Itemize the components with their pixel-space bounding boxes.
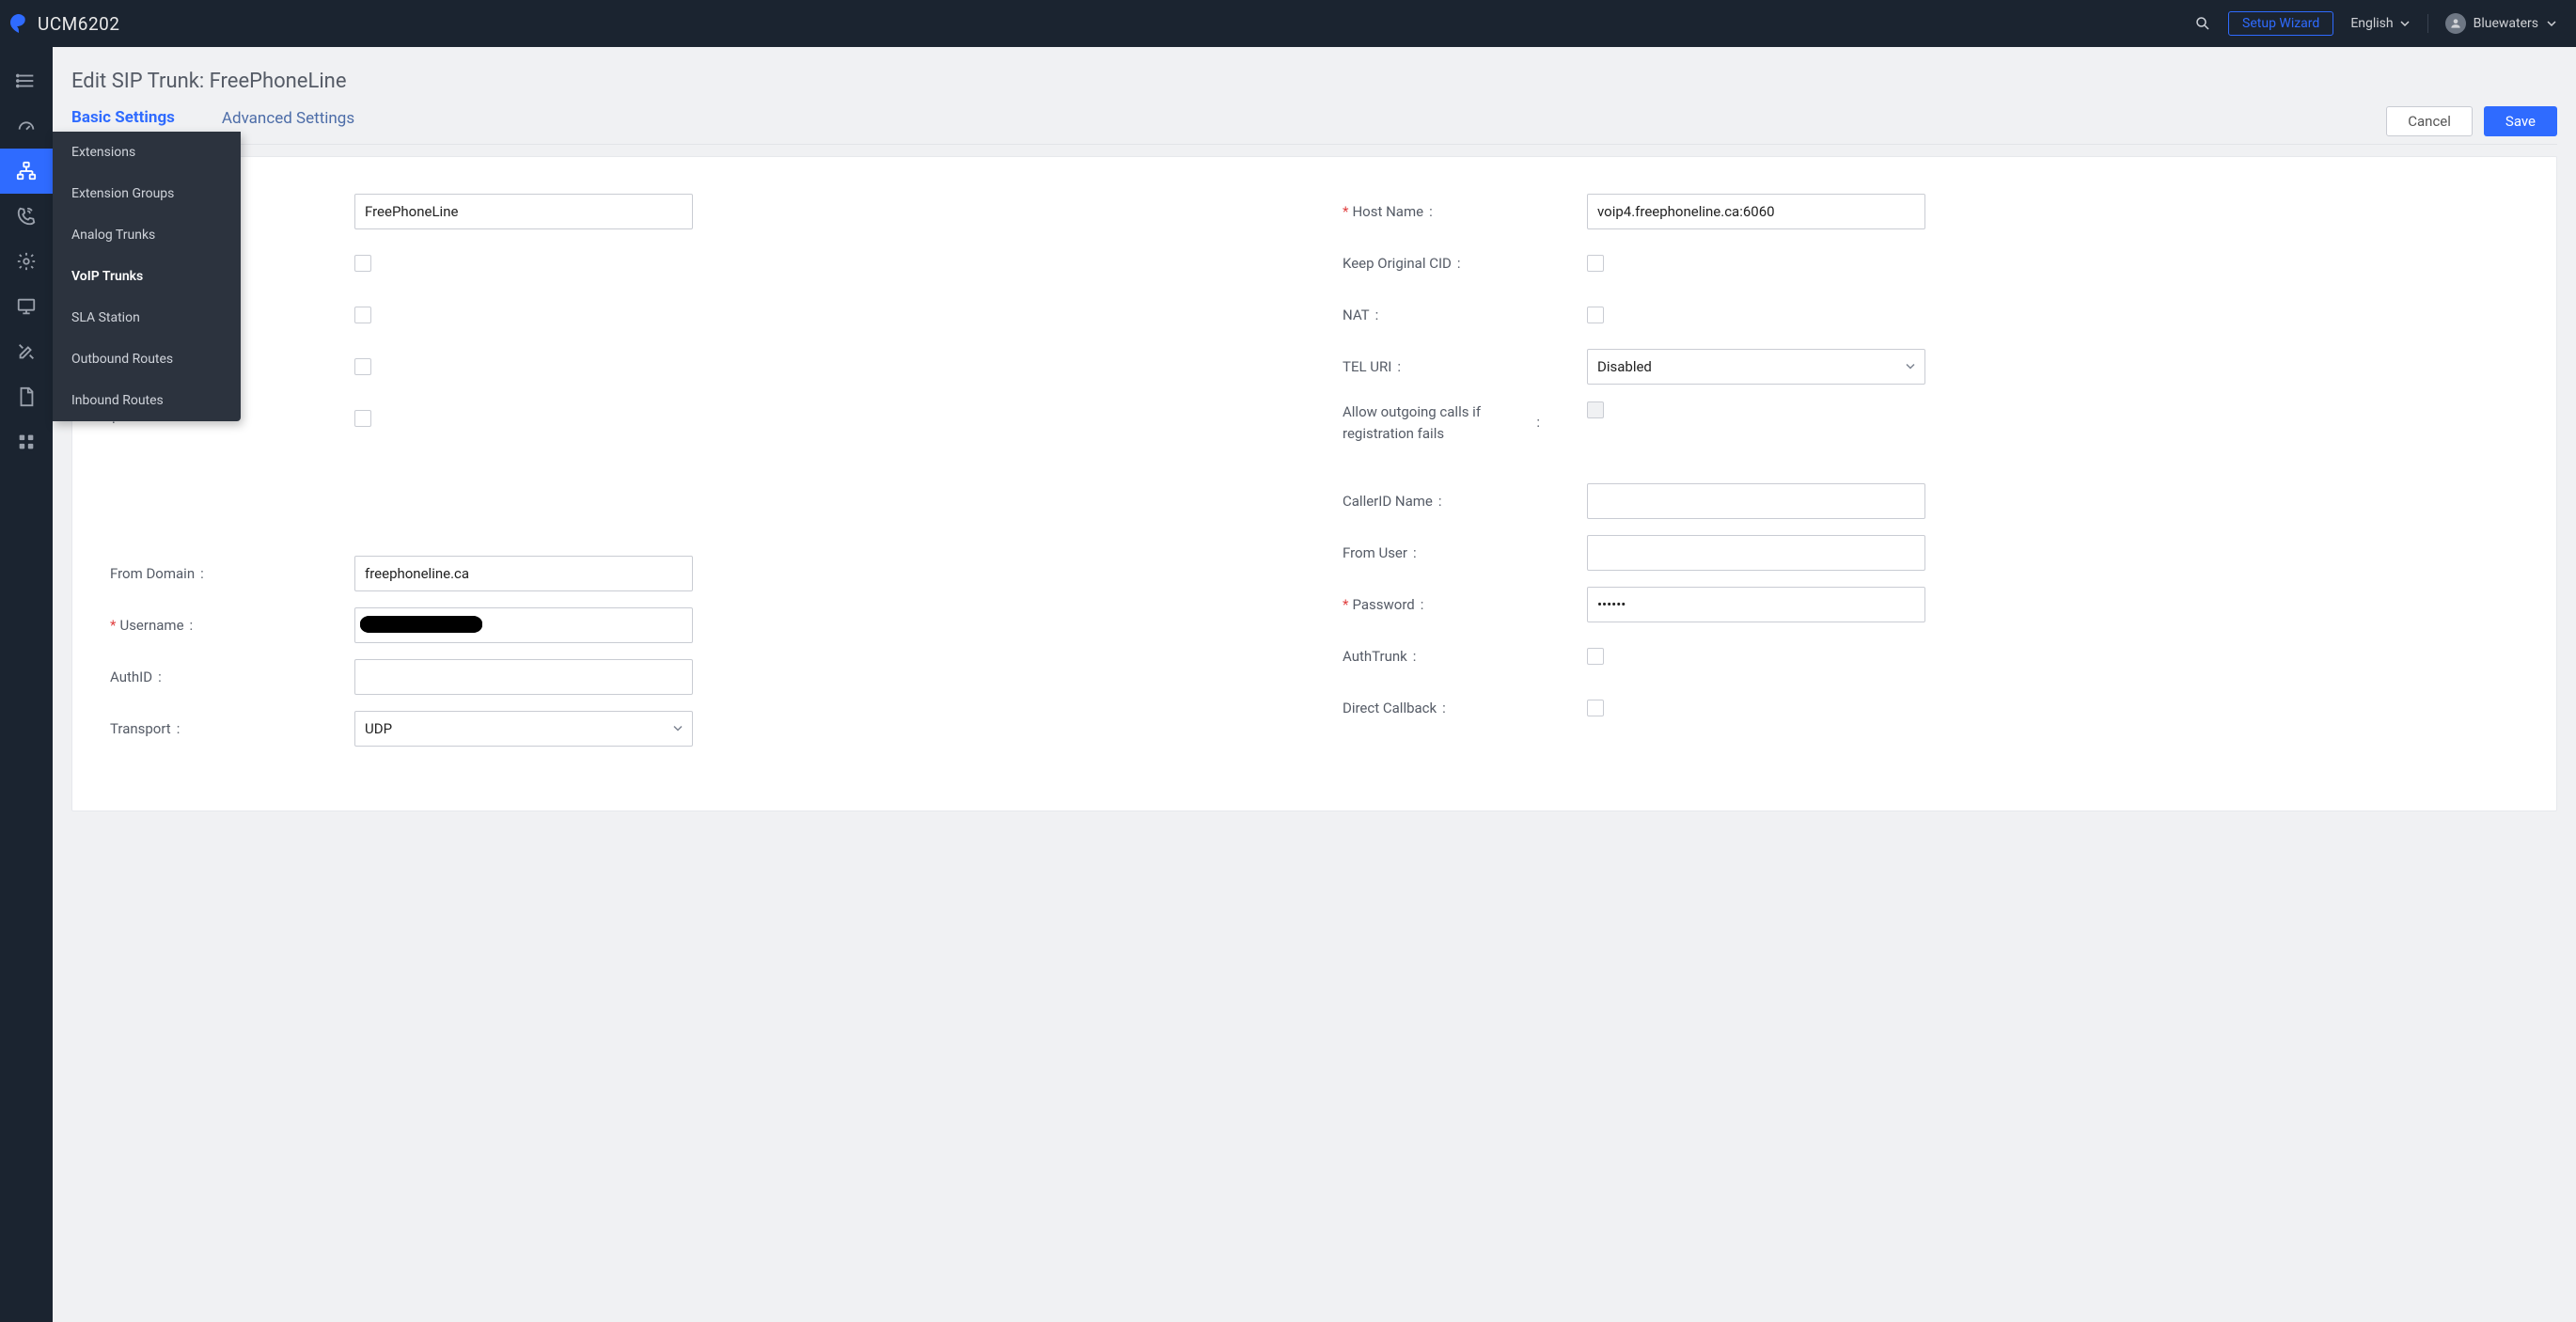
header-right: Setup Wizard English Bluewaters <box>2194 11 2557 36</box>
password-input[interactable] <box>1587 587 1925 622</box>
user-avatar-icon <box>2445 13 2466 34</box>
allow-outgoing-fail-checkbox[interactable] <box>1587 401 1604 418</box>
form-column-right: *Host Name: Keep Original CID: NAT: <box>1343 185 2519 754</box>
rail-gear-icon[interactable] <box>0 239 53 284</box>
rail-tools-icon[interactable] <box>0 329 53 374</box>
host-name-input[interactable] <box>1587 194 1925 229</box>
flyout-item-sla-station[interactable]: SLA Station <box>53 297 241 338</box>
device-model: UCM6202 <box>38 13 120 35</box>
language-selector[interactable]: English <box>2350 16 2410 31</box>
form-surface: k: : From Domain: <box>71 156 2557 811</box>
cancel-button[interactable]: Cancel <box>2386 106 2473 136</box>
label-tel-uri: TEL URI: <box>1343 358 1587 375</box>
tabs-row: Basic Settings Advanced Settings Cancel … <box>71 106 2557 145</box>
chevron-down-icon <box>2399 18 2411 29</box>
from-user-input[interactable] <box>1587 535 1925 571</box>
main-content: Edit SIP Trunk: FreePhoneLine Basic Sett… <box>53 47 2576 1322</box>
keep-cid-checkbox[interactable] <box>1587 255 1604 272</box>
label-direct-callback: Direct Callback: <box>1343 700 1587 716</box>
label-allow-outgoing-fail: Allow outgoing calls if registration fai… <box>1343 401 1549 444</box>
rail-monitor-icon[interactable] <box>0 284 53 329</box>
language-label: English <box>2350 16 2393 31</box>
label-password: *Password: <box>1343 596 1587 613</box>
flyout-item-analog-trunks[interactable]: Analog Trunks <box>53 214 241 256</box>
top-header: UCM6202 Setup Wizard English Bluewaters <box>0 0 2576 47</box>
rail-phone-icon[interactable] <box>0 194 53 239</box>
setup-wizard-button[interactable]: Setup Wizard <box>2228 11 2333 36</box>
from-domain-input[interactable] <box>354 556 693 591</box>
rail-gauge-icon[interactable] <box>0 103 53 149</box>
user-menu[interactable]: Bluewaters <box>2445 13 2557 34</box>
checkbox-hidden-1[interactable] <box>354 255 371 272</box>
save-button[interactable]: Save <box>2484 106 2557 136</box>
label-authtrunk: AuthTrunk: <box>1343 648 1587 665</box>
label-from-domain: From Domain: <box>110 565 354 582</box>
authid-input[interactable] <box>354 659 693 695</box>
flyout-item-extension-groups[interactable]: Extension Groups <box>53 173 241 214</box>
flyout-item-voip-trunks[interactable]: VoIP Trunks <box>53 256 241 297</box>
nat-checkbox[interactable] <box>1587 307 1604 323</box>
authtrunk-checkbox[interactable] <box>1587 648 1604 665</box>
logo-area: UCM6202 <box>8 12 120 35</box>
tab-advanced-settings[interactable]: Advanced Settings <box>222 109 354 141</box>
search-icon[interactable] <box>2194 15 2211 32</box>
brand-logo-icon <box>8 12 30 35</box>
label-callerid-name: CallerID Name: <box>1343 493 1587 510</box>
label-username: *Username: <box>110 617 354 634</box>
provider-name-input[interactable] <box>354 194 693 229</box>
flyout-item-outbound-routes[interactable]: Outbound Routes <box>53 338 241 380</box>
page-title: Edit SIP Trunk: FreePhoneLine <box>71 47 2557 106</box>
sidebar-flyout: ExtensionsExtension GroupsAnalog TrunksV… <box>53 132 241 421</box>
checkbox-hidden-3[interactable] <box>354 358 371 375</box>
label-transport: Transport: <box>110 720 354 737</box>
redacted-overlay <box>360 616 482 633</box>
rail-network-icon[interactable] <box>0 149 53 194</box>
flyout-item-inbound-routes[interactable]: Inbound Routes <box>53 380 241 421</box>
label-from-user: From User: <box>1343 544 1587 561</box>
chevron-down-icon <box>2546 18 2557 29</box>
label-host-name: *Host Name: <box>1343 203 1587 220</box>
form-column-left: k: : From Domain: <box>110 185 1286 754</box>
user-name: Bluewaters <box>2474 16 2538 31</box>
rail-apps-icon[interactable] <box>0 419 53 464</box>
label-keep-cid: Keep Original CID: <box>1343 255 1587 272</box>
rail-file-icon[interactable] <box>0 374 53 419</box>
label-authid: AuthID: <box>110 669 354 685</box>
transport-select[interactable] <box>354 711 693 747</box>
direct-callback-checkbox[interactable] <box>1587 700 1604 716</box>
rail-list-icon[interactable] <box>0 58 53 103</box>
flyout-item-extensions[interactable]: Extensions <box>53 132 241 173</box>
label-nat: NAT: <box>1343 307 1587 323</box>
checkbox-hidden-4[interactable] <box>354 410 371 427</box>
sidebar-rail <box>0 47 53 1322</box>
callerid-name-input[interactable] <box>1587 483 1925 519</box>
tel-uri-select[interactable] <box>1587 349 1925 385</box>
checkbox-hidden-2[interactable] <box>354 307 371 323</box>
separator <box>2427 14 2428 33</box>
